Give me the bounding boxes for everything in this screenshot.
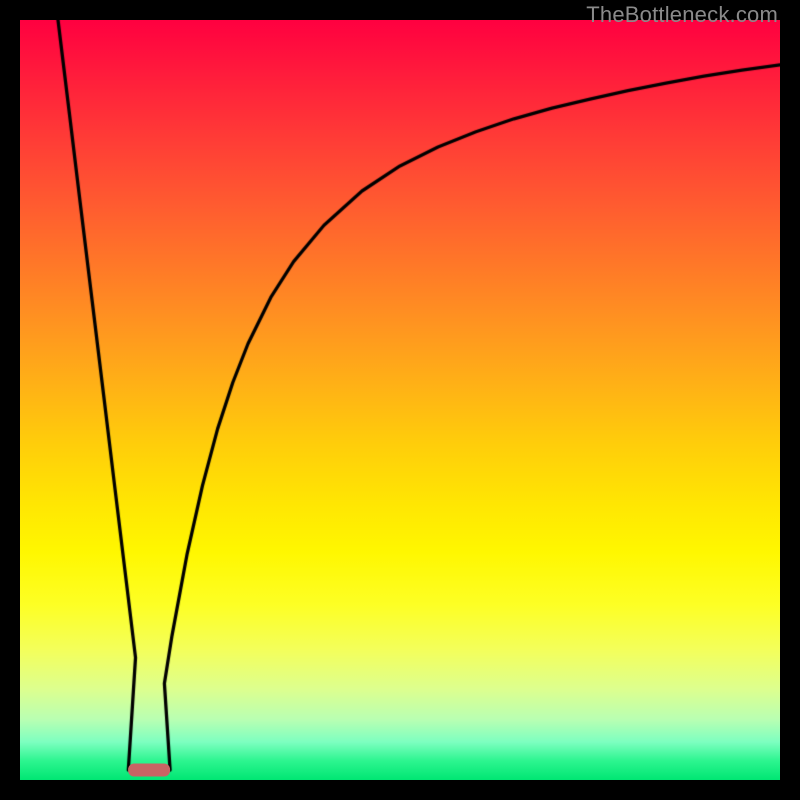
- chart-frame: TheBottleneck.com: [0, 0, 800, 800]
- plot-area: [20, 20, 780, 780]
- gradient-background: [20, 20, 780, 780]
